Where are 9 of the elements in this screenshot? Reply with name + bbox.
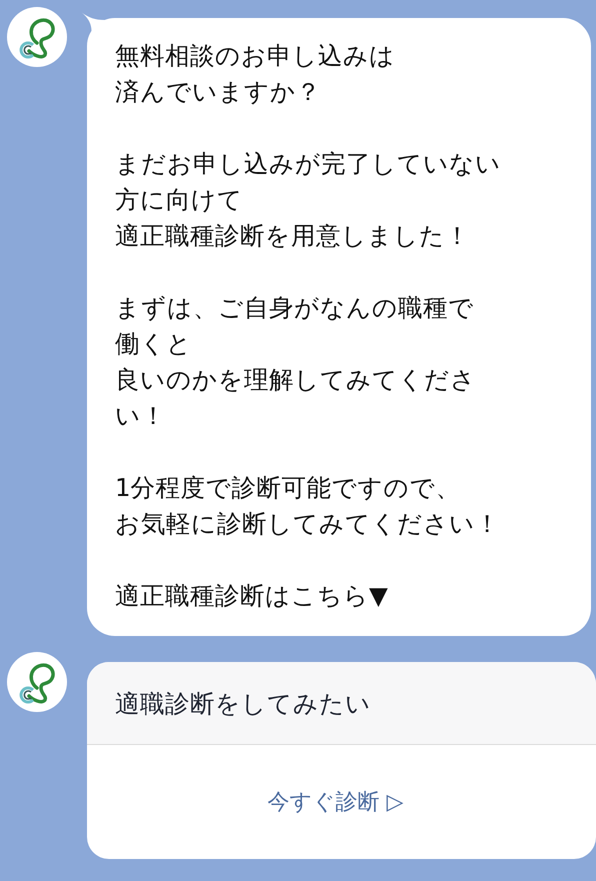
message-text: まずは、ご自身がなんの職種で 働くと 良いのかを理解してみてくださ い！ (115, 292, 477, 432)
message-text: まだお申し込みが完了していない 方に向けて 適正職種診断を用意しました！ (115, 148, 502, 252)
avatar-icon[interactable] (7, 7, 67, 67)
avatar-icon[interactable] (7, 652, 67, 712)
diagnose-link[interactable]: 今すぐ診断 ▷ (268, 787, 404, 817)
card-title: 適職診断をしてみたい (115, 688, 371, 720)
message-text: 1分程度で診断可能ですので、 お気軽に診断してみてください！ (115, 472, 501, 540)
message-text: 適正職種診断はこちら▼ (115, 580, 389, 612)
message-text: 無料相談のお申し込みは 済んでいますか？ (115, 40, 396, 108)
